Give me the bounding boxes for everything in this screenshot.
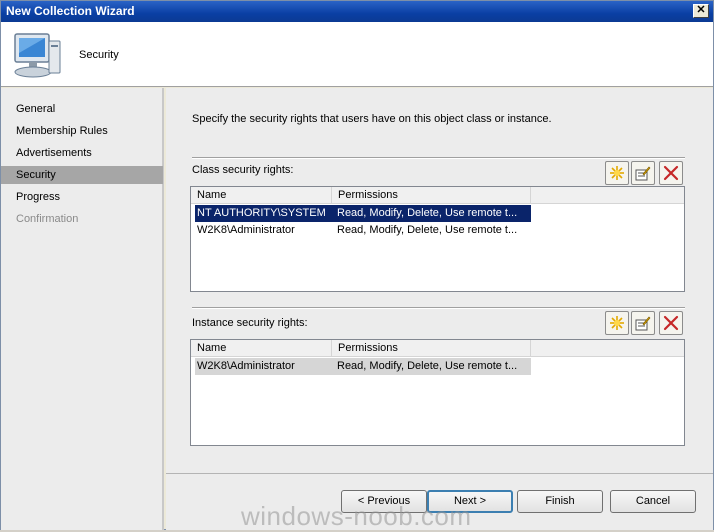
- finish-button[interactable]: Finish: [517, 490, 603, 513]
- watermark: windows-noob.com: [241, 501, 472, 531]
- delete-icon: [663, 315, 679, 331]
- nav-item-advertisements[interactable]: Advertisements: [1, 144, 163, 162]
- computer-icon: [14, 33, 61, 78]
- column-header-permissions[interactable]: Permissions: [332, 340, 531, 356]
- properties-icon: [635, 166, 651, 181]
- window-title: New Collection Wizard: [6, 4, 135, 18]
- row-permissions: Read, Modify, Delete, Use remote t...: [337, 360, 518, 372]
- class-rights-label: Class security rights:: [192, 164, 294, 176]
- column-header-name[interactable]: Name: [191, 187, 332, 203]
- table-row[interactable]: W2K8\Administrator Read, Modify, Delete,…: [195, 358, 531, 375]
- class-rights-separator: [192, 157, 685, 159]
- properties-icon: [635, 316, 651, 331]
- wizard-content: Specify the security rights that users h…: [166, 88, 713, 473]
- table-row[interactable]: NT AUTHORITY\SYSTEM Read, Modify, Delete…: [195, 205, 531, 222]
- instance-right-properties-button[interactable]: [631, 311, 655, 335]
- title-bar: New Collection Wizard ✕: [1, 1, 713, 22]
- add-instance-right-button[interactable]: [605, 311, 629, 335]
- new-icon: [610, 316, 624, 330]
- nav-item-progress[interactable]: Progress: [1, 188, 163, 206]
- cancel-button[interactable]: Cancel: [610, 490, 696, 513]
- row-permissions: Read, Modify, Delete, Use remote t...: [337, 207, 518, 219]
- class-rights-list[interactable]: Name Permissions NT AUTHORITY\SYSTEM Rea…: [190, 186, 685, 292]
- class-right-properties-button[interactable]: [631, 161, 655, 185]
- wizard-navigation: General Membership Rules Advertisements …: [1, 88, 164, 530]
- instance-rights-label: Instance security rights:: [192, 317, 308, 329]
- nav-item-membership-rules[interactable]: Membership Rules: [1, 122, 163, 140]
- row-name: W2K8\Administrator: [197, 360, 295, 372]
- nav-item-general[interactable]: General: [1, 100, 163, 118]
- delete-instance-right-button[interactable]: [659, 311, 683, 335]
- instance-rights-list-header: Name Permissions: [191, 340, 684, 357]
- wizard-window: New Collection Wizard ✕ Security General…: [0, 0, 714, 531]
- column-header-name[interactable]: Name: [191, 340, 332, 356]
- instruction-text: Specify the security rights that users h…: [192, 113, 552, 125]
- delete-class-right-button[interactable]: [659, 161, 683, 185]
- class-rights-list-header: Name Permissions: [191, 187, 684, 204]
- nav-item-security[interactable]: Security: [1, 166, 163, 184]
- delete-icon: [663, 165, 679, 181]
- instance-rights-list[interactable]: Name Permissions W2K8\Administrator Read…: [190, 339, 685, 446]
- instance-rights-separator: [192, 307, 685, 309]
- row-name: NT AUTHORITY\SYSTEM: [197, 207, 326, 219]
- new-icon: [610, 166, 624, 180]
- page-title: Security: [79, 49, 119, 61]
- table-row[interactable]: W2K8\Administrator Read, Modify, Delete,…: [195, 222, 531, 239]
- column-header-permissions[interactable]: Permissions: [332, 187, 531, 203]
- row-permissions: Read, Modify, Delete, Use remote t...: [337, 224, 518, 236]
- wizard-header: Security: [1, 22, 713, 87]
- close-button[interactable]: ✕: [693, 4, 709, 18]
- row-name: W2K8\Administrator: [197, 224, 295, 236]
- add-class-right-button[interactable]: [605, 161, 629, 185]
- nav-item-confirmation: Confirmation: [16, 213, 79, 225]
